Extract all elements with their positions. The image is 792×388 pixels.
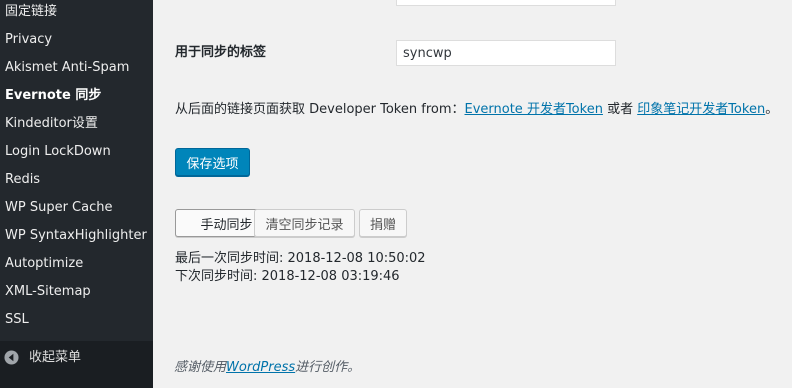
footer-prefix: 感谢使用: [174, 360, 227, 375]
last-sync-time: 最后一次同步时间: 2018-12-08 10:50:02: [175, 251, 426, 266]
sidebar-item-akismet[interactable]: Akismet Anti-Spam: [5, 60, 129, 76]
sidebar-item-privacy[interactable]: Privacy: [5, 32, 52, 48]
main-content: 用于同步的标签 从后面的链接页面获取 Developer Token from：…: [153, 0, 792, 388]
footer-suffix: 进行创作。: [295, 360, 361, 375]
footer-credit: 感谢使用WordPress进行创作。: [174, 360, 360, 376]
previous-field-input[interactable]: [396, 0, 616, 6]
sidebar-item-wp-super-cache[interactable]: WP Super Cache: [5, 200, 112, 216]
collapse-menu-button[interactable]: 收起菜单: [0, 341, 153, 388]
sidebar-item-xml-sitemap[interactable]: XML-Sitemap: [5, 284, 91, 300]
sidebar-item-login-lockdown[interactable]: Login LockDown: [5, 144, 111, 160]
next-sync-time: 下次同步时间: 2018-12-08 03:19:46: [175, 269, 400, 284]
developer-token-instructions: 从后面的链接页面获取 Developer Token from：Evernote…: [175, 102, 778, 118]
sync-tag-label: 用于同步的标签: [175, 45, 267, 60]
collapse-arrow-icon: [4, 350, 19, 365]
sidebar-item-autoptimize[interactable]: Autoptimize: [5, 256, 83, 272]
clear-sync-log-button[interactable]: 清空同步记录: [254, 209, 355, 237]
donate-button[interactable]: 捐赠: [359, 209, 407, 237]
save-options-button[interactable]: 保存选项: [175, 148, 250, 176]
sidebar-item-evernote-sync[interactable]: Evernote 同步: [5, 88, 101, 104]
sidebar-item-permalinks[interactable]: 固定链接: [5, 4, 57, 20]
evernote-token-link[interactable]: Evernote 开发者Token: [465, 102, 603, 117]
sidebar-item-redis[interactable]: Redis: [5, 172, 40, 188]
token-instructions-prefix: 从后面的链接页面获取 Developer Token from：: [175, 102, 465, 117]
sidebar-item-kindeditor[interactable]: Kindeditor设置: [5, 116, 98, 132]
yinxiang-token-link[interactable]: 印象笔记开发者Token: [637, 102, 765, 117]
token-instructions-or: 或者: [602, 102, 638, 117]
wordpress-link[interactable]: WordPress: [226, 360, 295, 375]
token-instructions-suffix: 。: [765, 102, 779, 117]
sidebar-item-ssl[interactable]: SSL: [5, 312, 29, 328]
admin-sidebar: 固定链接 Privacy Akismet Anti-Spam Evernote …: [0, 0, 153, 388]
sync-tag-input[interactable]: [396, 40, 616, 66]
collapse-menu-label: 收起菜单: [29, 350, 82, 365]
sidebar-item-syntaxhighlighter[interactable]: WP SyntaxHighlighter: [5, 228, 147, 244]
